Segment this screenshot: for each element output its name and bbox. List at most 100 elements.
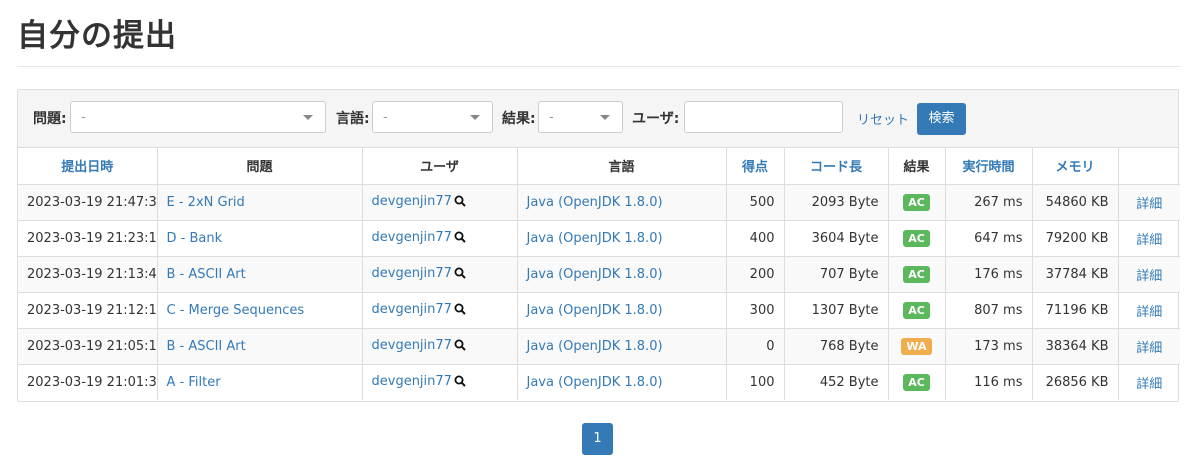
status-badge: AC xyxy=(903,229,930,247)
language-cell: Java (OpenJDK 1.8.0) xyxy=(517,220,727,257)
reset-link[interactable]: リセット xyxy=(857,109,909,128)
user-filter-label: ユーザ: xyxy=(632,111,680,127)
user-link[interactable]: devgenjin77 xyxy=(372,338,452,353)
problem-cell: C - Merge Sequences xyxy=(157,292,363,329)
search-icon[interactable] xyxy=(454,303,466,319)
table-row: 2023-03-19 21:13:43 B - ASCII Art devgenji… xyxy=(18,256,1180,293)
detail-cell: 詳細 xyxy=(1118,328,1180,365)
status-badge: AC xyxy=(903,301,930,319)
header-result: 結果 xyxy=(888,148,946,185)
page-title: 自分の提出 xyxy=(17,18,177,54)
search-icon[interactable] xyxy=(454,267,466,283)
problem-cell: A - Filter xyxy=(157,364,363,400)
status-badge: WA xyxy=(901,337,932,355)
result-cell: AC xyxy=(888,220,946,257)
status-badge: AC xyxy=(903,373,930,391)
memory-cell: 38364 KB xyxy=(1032,328,1119,365)
problem-link[interactable]: A - Filter xyxy=(167,375,221,390)
detail-link[interactable]: 詳細 xyxy=(1136,197,1162,212)
header-detail xyxy=(1118,148,1180,185)
user-link[interactable]: devgenjin77 xyxy=(372,266,452,281)
submit-time-cell: 2023-03-19 21:12:18 xyxy=(18,292,158,329)
table-row: 2023-03-19 21:05:15 B - ASCII Art devgenji… xyxy=(18,328,1180,365)
language-link[interactable]: Java (OpenJDK 1.8.0) xyxy=(527,303,663,318)
language-cell: Java (OpenJDK 1.8.0) xyxy=(517,328,727,365)
problem-cell: E - 2xN Grid xyxy=(157,184,363,221)
detail-link[interactable]: 詳細 xyxy=(1136,305,1162,320)
memory-cell: 37784 KB xyxy=(1032,256,1119,293)
user-cell: devgenjin77 xyxy=(362,364,518,400)
language-filter-select[interactable]: - xyxy=(372,101,493,133)
problem-link[interactable]: E - 2xN Grid xyxy=(167,195,245,210)
detail-link[interactable]: 詳細 xyxy=(1136,377,1162,392)
result-cell: AC xyxy=(888,184,946,221)
code-length-cell: 2093 Byte xyxy=(784,184,889,221)
header-score[interactable]: 得点 xyxy=(726,148,785,185)
exec-time-cell: 176 ms xyxy=(945,256,1033,293)
detail-link[interactable]: 詳細 xyxy=(1136,341,1162,356)
problem-cell: B - ASCII Art xyxy=(157,328,363,365)
code-length-cell: 452 Byte xyxy=(784,364,889,400)
exec-time-cell: 116 ms xyxy=(945,364,1033,400)
problem-filter-label: 問題: xyxy=(33,111,67,127)
detail-link[interactable]: 詳細 xyxy=(1136,269,1162,284)
problem-link[interactable]: B - ASCII Art xyxy=(167,339,246,354)
language-filter-label: 言語: xyxy=(336,111,370,127)
problem-link[interactable]: C - Merge Sequences xyxy=(167,303,305,318)
result-filter-value: - xyxy=(549,110,554,125)
user-cell: devgenjin77 xyxy=(362,256,518,293)
submit-time-cell: 2023-03-19 21:23:12 xyxy=(18,220,158,257)
problem-link[interactable]: D - Bank xyxy=(167,231,223,246)
status-badge: AC xyxy=(903,265,930,283)
submissions-panel: 問題: - 言語: - 結果: - ユーザ: リセット 検索 提出日時 問題 ユ… xyxy=(17,89,1180,402)
filter-bar: 問題: - 言語: - 結果: - ユーザ: リセット 検索 xyxy=(18,90,1178,148)
user-link[interactable]: devgenjin77 xyxy=(372,302,452,317)
problem-filter-value: - xyxy=(81,110,86,125)
search-icon[interactable] xyxy=(454,339,466,355)
exec-time-cell: 267 ms xyxy=(945,184,1033,221)
submit-time-cell: 2023-03-19 21:13:43 xyxy=(18,256,158,293)
detail-link[interactable]: 詳細 xyxy=(1136,233,1162,248)
score-cell: 200 xyxy=(726,256,785,293)
exec-time-cell: 807 ms xyxy=(945,292,1033,329)
score-cell: 0 xyxy=(726,328,785,365)
user-link[interactable]: devgenjin77 xyxy=(372,374,452,389)
language-filter-value: - xyxy=(383,110,388,125)
search-button[interactable]: 検索 xyxy=(917,103,966,135)
header-memory[interactable]: メモリ xyxy=(1032,148,1119,185)
score-cell: 100 xyxy=(726,364,785,400)
memory-cell: 26856 KB xyxy=(1032,364,1119,400)
language-cell: Java (OpenJDK 1.8.0) xyxy=(517,184,727,221)
chevron-down-icon xyxy=(600,115,610,120)
memory-cell: 54860 KB xyxy=(1032,184,1119,221)
user-link[interactable]: devgenjin77 xyxy=(372,230,452,245)
language-link[interactable]: Java (OpenJDK 1.8.0) xyxy=(527,267,663,282)
header-code-length[interactable]: コード長 xyxy=(784,148,889,185)
header-language: 言語 xyxy=(517,148,727,185)
problem-link[interactable]: B - ASCII Art xyxy=(167,267,246,282)
code-length-cell: 3604 Byte xyxy=(784,220,889,257)
result-cell: AC xyxy=(888,364,946,400)
user-filter-input[interactable] xyxy=(684,101,843,133)
user-link[interactable]: devgenjin77 xyxy=(372,194,452,209)
memory-cell: 71196 KB xyxy=(1032,292,1119,329)
header-exec-time[interactable]: 実行時間 xyxy=(945,148,1033,185)
language-link[interactable]: Java (OpenJDK 1.8.0) xyxy=(527,339,663,354)
search-icon[interactable] xyxy=(454,231,466,247)
problem-filter-select[interactable]: - xyxy=(70,101,326,133)
code-length-cell: 768 Byte xyxy=(784,328,889,365)
search-icon[interactable] xyxy=(454,375,466,391)
search-icon[interactable] xyxy=(454,195,466,211)
table-header-row: 提出日時 問題 ユーザ 言語 得点 コード長 結果 実行時間 メモリ xyxy=(18,148,1180,185)
header-submit-time[interactable]: 提出日時 xyxy=(18,148,158,185)
language-link[interactable]: Java (OpenJDK 1.8.0) xyxy=(527,231,663,246)
code-length-cell: 707 Byte xyxy=(784,256,889,293)
user-cell: devgenjin77 xyxy=(362,292,518,329)
language-link[interactable]: Java (OpenJDK 1.8.0) xyxy=(527,375,663,390)
pagination-page-button[interactable]: 1 xyxy=(582,423,613,455)
score-cell: 500 xyxy=(726,184,785,221)
table-row: 2023-03-19 21:12:18 C - Merge Sequences de… xyxy=(18,292,1180,329)
result-filter-select[interactable]: - xyxy=(538,101,623,133)
submit-time-cell: 2023-03-19 21:01:35 xyxy=(18,364,158,400)
language-link[interactable]: Java (OpenJDK 1.8.0) xyxy=(527,195,663,210)
